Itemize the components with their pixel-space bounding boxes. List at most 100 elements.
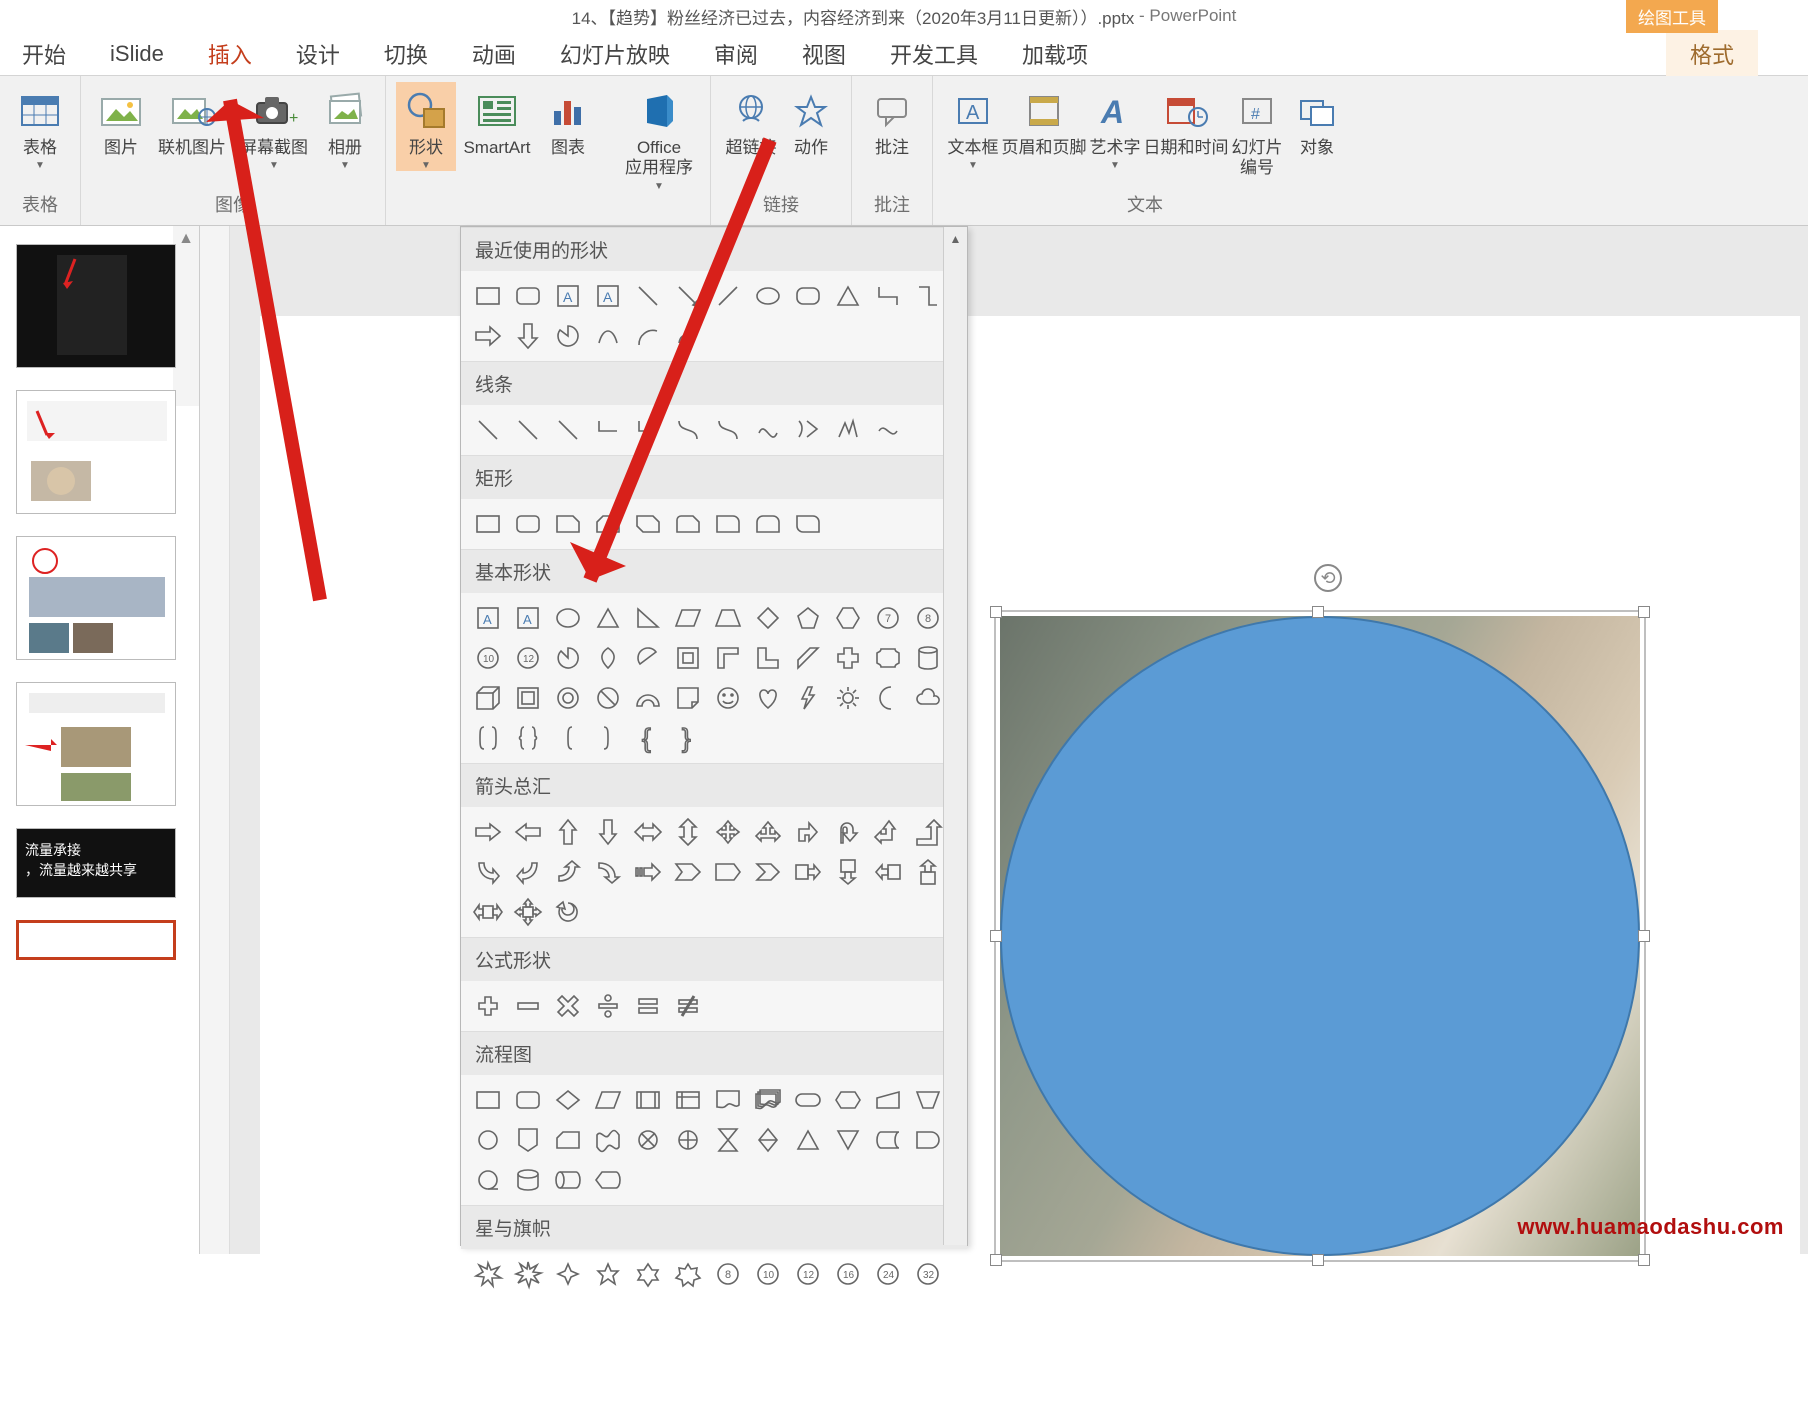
shape-offpage[interactable] xyxy=(509,1121,547,1159)
btn-object[interactable]: 对象 xyxy=(1287,82,1347,158)
shape-moon[interactable] xyxy=(869,679,907,717)
shape-arrow-curveddown[interactable] xyxy=(589,853,627,891)
shape-star12[interactable]: 12 xyxy=(789,1255,827,1293)
btn-hyperlink[interactable]: 超链接 xyxy=(721,82,781,158)
shape-pentagon[interactable] xyxy=(789,599,827,637)
shape-arrow-bent[interactable] xyxy=(789,813,827,851)
tab-slideshow[interactable]: 幻灯片放映 xyxy=(538,30,692,78)
shape-sun[interactable] xyxy=(829,679,867,717)
tab-transitions[interactable]: 切换 xyxy=(362,30,450,78)
shape-extract[interactable] xyxy=(789,1121,827,1159)
shape-arrow-curvedleft[interactable] xyxy=(509,853,547,891)
tab-design[interactable]: 设计 xyxy=(274,30,362,78)
btn-datetime[interactable]: 日期和时间 xyxy=(1145,82,1227,158)
rotation-handle[interactable]: ⟲ xyxy=(1314,564,1342,592)
shape-blockarc[interactable] xyxy=(629,679,667,717)
shape-notequal[interactable] xyxy=(669,987,707,1025)
resize-handle[interactable] xyxy=(1638,1254,1650,1266)
shape-seqstorage[interactable] xyxy=(469,1161,507,1199)
shape-collate[interactable] xyxy=(709,1121,747,1159)
btn-table[interactable]: 表格▼ xyxy=(10,82,70,171)
shape-oval[interactable] xyxy=(549,599,587,637)
shape-arrow-chevron[interactable] xyxy=(749,853,787,891)
shape-lbracket[interactable] xyxy=(549,719,587,757)
shape-star4[interactable] xyxy=(549,1255,587,1293)
shape-parallelogram[interactable] xyxy=(669,599,707,637)
shape-connector[interactable] xyxy=(469,1121,507,1159)
shape-star7[interactable] xyxy=(669,1255,707,1293)
shape-dodecagon[interactable]: 12 xyxy=(509,639,547,677)
shape-dbracket[interactable] xyxy=(469,719,507,757)
btn-office-apps[interactable]: Office 应用程序▼ xyxy=(618,82,700,192)
shape-freeform[interactable] xyxy=(789,411,827,449)
shape-arrow-l[interactable] xyxy=(509,813,547,851)
shape-arrow-line[interactable] xyxy=(669,277,707,315)
shape-intstorage[interactable] xyxy=(669,1081,707,1119)
shape-scribble[interactable] xyxy=(829,411,867,449)
btn-smartart[interactable]: SmartArt xyxy=(456,82,538,158)
shape-rect[interactable] xyxy=(469,505,507,543)
shape-directdata[interactable] xyxy=(549,1161,587,1199)
shape-curve3[interactable] xyxy=(749,411,787,449)
btn-screenshot[interactable]: + 屏幕截图▼ xyxy=(233,82,315,171)
shapes-gallery[interactable]: ▲ 最近使用的形状 A A 线条 矩形 xyxy=(460,226,968,1246)
shape-diagstripe[interactable] xyxy=(789,639,827,677)
btn-chart[interactable]: 图表 xyxy=(538,82,598,158)
shape-card[interactable] xyxy=(549,1121,587,1159)
shape-elbow[interactable] xyxy=(909,277,947,315)
shape-line[interactable] xyxy=(469,411,507,449)
shape-arrow-quad[interactable] xyxy=(709,813,747,851)
shape-arrow-lrup[interactable] xyxy=(749,813,787,851)
shape-arc[interactable] xyxy=(629,317,667,355)
btn-photo-album[interactable]: 相册▼ xyxy=(315,82,375,171)
shape-punchtape[interactable] xyxy=(589,1121,627,1159)
oval-shape[interactable] xyxy=(1000,616,1640,1256)
shape-arrow-callout-l[interactable] xyxy=(869,853,907,891)
shape-divide[interactable] xyxy=(589,987,627,1025)
slide-thumb[interactable] xyxy=(16,536,176,660)
shape-round2[interactable] xyxy=(749,505,787,543)
resize-handle[interactable] xyxy=(990,606,1002,618)
shape-elbow-arrow[interactable] xyxy=(629,411,667,449)
shape-star5[interactable] xyxy=(589,1255,627,1293)
shape-round-rect[interactable] xyxy=(509,505,547,543)
tab-view[interactable]: 视图 xyxy=(780,30,868,78)
shape-round1[interactable] xyxy=(709,505,747,543)
shape-arrow-callout-quad[interactable] xyxy=(509,893,547,931)
shape-snip-diag[interactable] xyxy=(629,505,667,543)
btn-slidenumber[interactable]: # 幻灯片 编号 xyxy=(1227,82,1287,179)
shape-textbox-v[interactable]: A xyxy=(509,599,547,637)
shape-bevel[interactable] xyxy=(509,679,547,717)
shape-or[interactable] xyxy=(669,1121,707,1159)
shape-arrow-right[interactable] xyxy=(469,317,507,355)
shape-lshape[interactable] xyxy=(749,639,787,677)
shape-arrow-uturn[interactable] xyxy=(829,813,867,851)
shape-arrow-r[interactable] xyxy=(469,813,507,851)
shape-textbox[interactable]: A xyxy=(469,599,507,637)
shape-arrow-curvedright[interactable] xyxy=(469,853,507,891)
shape-line-double[interactable] xyxy=(549,411,587,449)
shape-freeform[interactable] xyxy=(669,317,707,355)
shape-equal[interactable] xyxy=(629,987,667,1025)
shape-cube[interactable] xyxy=(469,679,507,717)
btn-action[interactable]: 动作 xyxy=(781,82,841,158)
shape-arrow-curvedup[interactable] xyxy=(549,853,587,891)
shape-altprocess[interactable] xyxy=(509,1081,547,1119)
shape-manualop[interactable] xyxy=(909,1081,947,1119)
shape-arrow-d[interactable] xyxy=(589,813,627,851)
shape-storeddata[interactable] xyxy=(869,1121,907,1159)
shape-diamond[interactable] xyxy=(749,599,787,637)
shape-delay[interactable] xyxy=(909,1121,947,1159)
shape-can[interactable] xyxy=(909,639,947,677)
shape-arrow-leftup[interactable] xyxy=(869,813,907,851)
shape-octagon[interactable]: 8 xyxy=(909,599,947,637)
resize-handle[interactable] xyxy=(1312,606,1324,618)
shape-triangle[interactable] xyxy=(589,599,627,637)
shape-pie[interactable] xyxy=(549,639,587,677)
shape-elbow[interactable] xyxy=(589,411,627,449)
shape-sort[interactable] xyxy=(749,1121,787,1159)
shape-textbox-v[interactable]: A xyxy=(589,277,627,315)
shape-star16[interactable]: 16 xyxy=(829,1255,867,1293)
shape-decagon[interactable]: 10 xyxy=(469,639,507,677)
shape-arrow-lr[interactable] xyxy=(629,813,667,851)
